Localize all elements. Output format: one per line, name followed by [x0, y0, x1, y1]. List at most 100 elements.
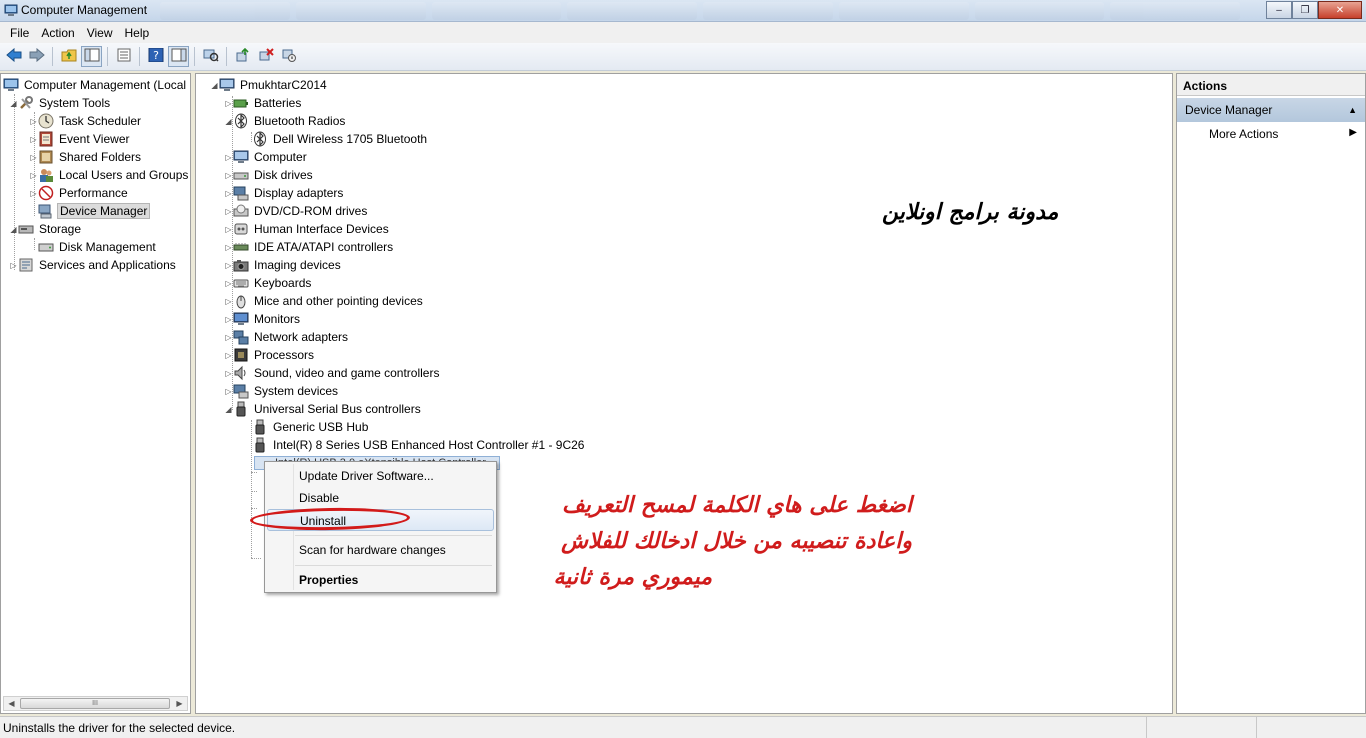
menu-file[interactable]: File: [4, 26, 35, 40]
device-tree-item[interactable]: ▷ DVD/CD-ROM drives: [224, 202, 369, 220]
folder-up-icon: [61, 48, 77, 65]
device-tree-item-label: Dell Wireless 1705 Bluetooth: [273, 132, 428, 146]
collapse-arrow-icon[interactable]: ◢: [9, 94, 18, 112]
device-tree-item[interactable]: ▷ Processors: [224, 346, 316, 364]
context-scan-hardware[interactable]: Scan for hardware changes: [267, 539, 494, 561]
computer-management-icon: [3, 77, 19, 93]
device-tree-item[interactable]: ▷ Display adapters: [224, 184, 345, 202]
expand-arrow-icon[interactable]: ▷: [224, 166, 233, 184]
status-bar: Uninstalls the driver for the selected d…: [0, 716, 1366, 738]
device-tree-item[interactable]: ▷ Sound, video and game controllers: [224, 364, 441, 382]
tree-item-disk-management[interactable]: Disk Management: [29, 238, 158, 256]
close-button[interactable]: ✕: [1318, 1, 1362, 19]
device-tree-item[interactable]: ◢ Universal Serial Bus controllers: [224, 400, 423, 418]
expand-arrow-icon[interactable]: ▷: [224, 274, 233, 292]
expand-arrow-icon[interactable]: ▷: [224, 238, 233, 256]
expand-arrow-icon[interactable]: ▷: [224, 328, 233, 346]
context-separator: [295, 535, 492, 536]
export-list-button[interactable]: [113, 46, 134, 67]
scrollbar-thumb[interactable]: III: [20, 698, 170, 709]
expand-arrow-icon[interactable]: ▷: [224, 292, 233, 310]
scan-hardware-button[interactable]: [200, 46, 221, 67]
up-one-level-button[interactable]: [58, 46, 79, 67]
context-properties[interactable]: Properties: [267, 569, 494, 591]
device-tree-item[interactable]: Generic USB Hub: [243, 418, 370, 436]
tree-item-services-applications[interactable]: ▷ Services and Applications: [9, 256, 178, 274]
device-tree-item[interactable]: ▷ Network adapters: [224, 328, 350, 346]
tree-item-device-manager[interactable]: Device Manager: [29, 202, 151, 220]
status-text: Uninstalls the driver for the selected d…: [3, 721, 236, 735]
device-tree-item[interactable]: ▷ IDE ATA/ATAPI controllers: [224, 238, 395, 256]
disable-device-button[interactable]: [278, 46, 299, 67]
tree-item-task-scheduler[interactable]: ▷ Task Scheduler: [29, 112, 143, 130]
device-tree-item[interactable]: Intel(R) 8 Series USB Enhanced Host Cont…: [243, 436, 586, 454]
device-tree-item[interactable]: ◢ Bluetooth Radios: [224, 112, 347, 130]
device-tree-item[interactable]: ▷ Monitors: [224, 310, 302, 328]
expand-arrow-icon[interactable]: ▷: [29, 166, 38, 184]
expand-arrow-icon[interactable]: ▷: [224, 310, 233, 328]
show-hide-console-tree-button[interactable]: [81, 46, 102, 67]
expand-arrow-icon[interactable]: ▷: [29, 112, 38, 130]
help-button[interactable]: ?: [145, 46, 166, 67]
more-actions-item[interactable]: More Actions ▶: [1177, 124, 1365, 144]
collapse-arrow-icon[interactable]: ◢: [9, 220, 18, 238]
device-tree-item[interactable]: ▷ Imaging devices: [224, 256, 343, 274]
back-button[interactable]: [3, 46, 24, 67]
expand-arrow-icon[interactable]: ▷: [9, 256, 18, 274]
expand-arrow-icon[interactable]: ▷: [224, 220, 233, 238]
device-tree-item[interactable]: ▷ Disk drives: [224, 166, 315, 184]
tree-item-storage[interactable]: ◢ Storage: [9, 220, 83, 238]
device-tree-item-label: Human Interface Devices: [254, 222, 389, 236]
context-update-driver[interactable]: Update Driver Software...: [267, 465, 494, 487]
computer-icon: [233, 149, 249, 165]
expand-arrow-icon[interactable]: ▷: [224, 256, 233, 274]
expand-arrow-icon[interactable]: ▷: [29, 130, 38, 148]
expand-arrow-icon[interactable]: ▷: [224, 346, 233, 364]
actions-section-device-manager[interactable]: Device Manager ▲: [1177, 98, 1365, 122]
menu-action[interactable]: Action: [35, 26, 80, 40]
collapse-triangle-icon[interactable]: ▲: [1348, 105, 1357, 115]
expand-arrow-icon[interactable]: ▷: [224, 202, 233, 220]
expand-arrow-icon[interactable]: ▷: [224, 94, 233, 112]
show-hide-action-pane-button[interactable]: [168, 46, 189, 67]
menu-view[interactable]: View: [81, 26, 119, 40]
expand-arrow-icon[interactable]: ▷: [224, 364, 233, 382]
collapse-arrow-icon[interactable]: ◢: [224, 400, 233, 418]
tree-item-event-viewer[interactable]: ▷ Event Viewer: [29, 130, 131, 148]
device-tree-item[interactable]: ▷ Batteries: [224, 94, 303, 112]
display-adapter-icon: [233, 185, 249, 201]
device-tree-item[interactable]: ▷ Keyboards: [224, 274, 313, 292]
device-tree-item-label: Network adapters: [254, 330, 349, 344]
console-tree-horizontal-scrollbar[interactable]: ◀ III ▶: [3, 696, 188, 711]
scroll-right-arrow-icon[interactable]: ▶: [172, 697, 187, 710]
expand-arrow-icon[interactable]: ▷: [29, 184, 38, 202]
tree-root-computer-management[interactable]: Computer Management (Local: [3, 76, 188, 94]
uninstall-device-button[interactable]: [255, 46, 276, 67]
expand-arrow-icon[interactable]: ▷: [224, 148, 233, 166]
action-pane-icon: [171, 48, 187, 65]
expand-arrow-icon[interactable]: ▷: [224, 382, 233, 400]
device-root[interactable]: ◢ PmukhtarC2014: [210, 76, 329, 94]
expand-arrow-icon[interactable]: ▷: [224, 184, 233, 202]
scroll-left-arrow-icon[interactable]: ◀: [4, 697, 19, 710]
device-tree-item[interactable]: Dell Wireless 1705 Bluetooth: [243, 130, 429, 148]
maximize-button[interactable]: ❐: [1292, 1, 1318, 19]
tree-item-local-users-groups[interactable]: ▷ Local Users and Groups: [29, 166, 190, 184]
menu-help[interactable]: Help: [119, 26, 156, 40]
tree-item-system-tools[interactable]: ◢ System Tools: [9, 94, 112, 112]
device-tree-item[interactable]: ▷ Human Interface Devices: [224, 220, 391, 238]
collapse-arrow-icon[interactable]: ◢: [224, 112, 233, 130]
context-disable[interactable]: Disable: [267, 487, 494, 509]
usb-icon: [252, 437, 268, 453]
device-tree-item[interactable]: ▷ Computer: [224, 148, 309, 166]
device-tree-item[interactable]: ▷ System devices: [224, 382, 340, 400]
tree-item-performance[interactable]: ▷ Performance: [29, 184, 130, 202]
collapse-arrow-icon[interactable]: ◢: [210, 76, 219, 94]
minimize-button[interactable]: –: [1266, 1, 1292, 19]
tree-item-shared-folders[interactable]: ▷ Shared Folders: [29, 148, 143, 166]
expand-arrow-icon[interactable]: ▷: [29, 148, 38, 166]
device-tree-item[interactable]: ▷ Mice and other pointing devices: [224, 292, 425, 310]
update-driver-button[interactable]: [232, 46, 253, 67]
forward-button[interactable]: [26, 46, 47, 67]
